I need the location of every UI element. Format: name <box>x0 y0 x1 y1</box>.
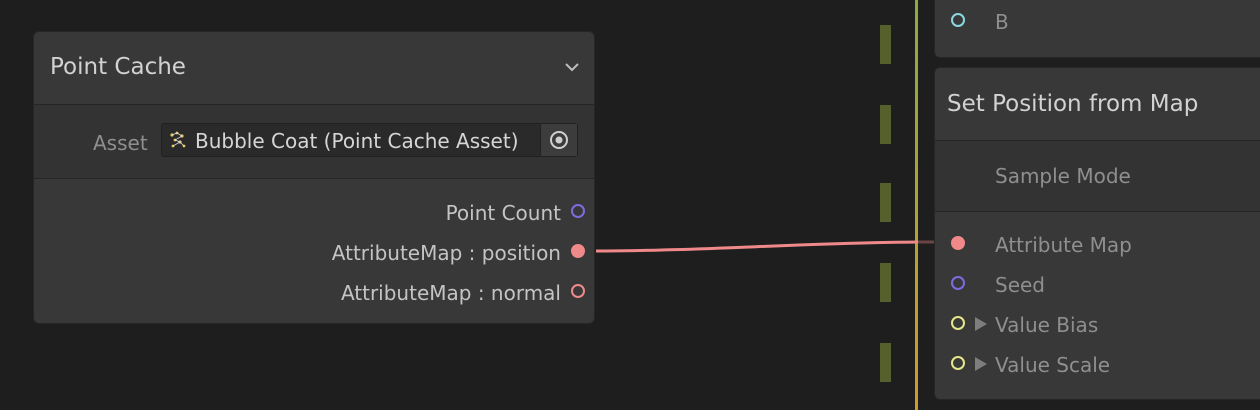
asset-object-field[interactable]: Bubble Coat (Point Cache Asset) <box>161 123 578 157</box>
dash-segment <box>880 105 891 144</box>
set-position-header[interactable]: Set Position from Map <box>935 68 1260 140</box>
attribute-map-input-port[interactable] <box>951 236 965 250</box>
point-count-port[interactable] <box>571 204 585 218</box>
point-cache-header[interactable]: Point Cache <box>34 32 594 104</box>
dash-segment <box>880 263 891 302</box>
object-picker-button[interactable] <box>540 124 577 156</box>
seed-input-port[interactable] <box>951 276 965 290</box>
sample-mode-label: Sample Mode <box>995 164 1131 188</box>
point-cache-node[interactable]: Point Cache Asset Bubble Coat (Point Cac… <box>33 31 595 324</box>
value-bias-label: Value Bias <box>995 313 1099 337</box>
asset-row: Asset Bubble Coat (Point Cache Asset) <box>34 105 594 178</box>
output-label-point-count: Point Count <box>445 201 561 225</box>
attributemap-position-port[interactable] <box>571 244 585 258</box>
b-input-port[interactable] <box>951 13 965 27</box>
asset-value: Bubble Coat (Point Cache Asset) <box>195 129 519 153</box>
collapse-chevron-icon[interactable] <box>564 59 580 75</box>
asset-label: Asset <box>93 131 148 155</box>
b-port-label: B <box>995 10 1009 34</box>
attribute-map-label: Attribute Map <box>995 233 1132 257</box>
settings-section: Sample Mode <box>935 141 1260 211</box>
expand-triangle-icon[interactable] <box>973 356 989 372</box>
flow-line-vertical <box>915 0 918 410</box>
node-title: Point Cache <box>50 54 186 80</box>
dash-segment <box>880 25 891 64</box>
value-bias-input-port[interactable] <box>951 316 965 330</box>
dash-segment <box>880 343 891 382</box>
value-scale-input-port[interactable] <box>951 356 965 370</box>
node-title: Set Position from Map <box>947 91 1199 117</box>
dash-segment <box>880 183 891 222</box>
value-scale-label: Value Scale <box>995 353 1111 377</box>
point-cache-asset-icon <box>168 130 188 150</box>
output-label-attributemap-normal: AttributeMap : normal <box>340 281 561 305</box>
seed-label: Seed <box>995 273 1045 297</box>
target-icon <box>549 130 569 150</box>
output-label-attributemap-position: AttributeMap : position <box>331 241 561 265</box>
upper-node[interactable]: B <box>934 0 1260 58</box>
expand-triangle-icon[interactable] <box>973 316 989 332</box>
set-position-from-map-node[interactable]: Set Position from Map Sample Mode Attrib… <box>934 67 1260 400</box>
attributemap-normal-port[interactable] <box>571 284 585 298</box>
